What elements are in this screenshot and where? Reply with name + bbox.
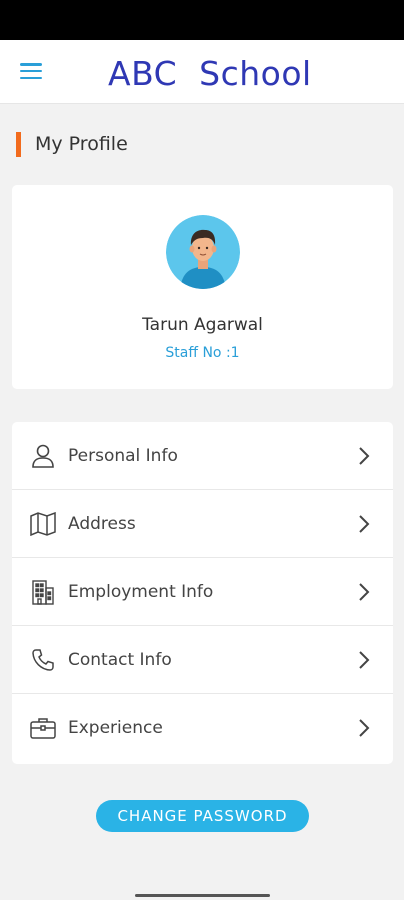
menu-item-label: Personal Info	[68, 445, 178, 466]
profile-menu: Personal Info Address Employment Info Co…	[12, 422, 393, 764]
chevron-right-icon	[357, 582, 371, 602]
chevron-right-icon	[357, 446, 371, 466]
staff-number: Staff No :1	[165, 345, 240, 361]
map-icon	[30, 511, 56, 537]
menu-item-label: Address	[68, 513, 136, 534]
chevron-right-icon	[357, 650, 371, 670]
menu-item-address[interactable]: Address	[12, 490, 393, 558]
section-title: My Profile	[35, 133, 128, 155]
app-header: ABC School	[0, 40, 404, 104]
profile-card: Tarun Agarwal Staff No :1	[12, 185, 393, 389]
menu-item-experience[interactable]: Experience	[12, 694, 393, 762]
menu-item-employment-info[interactable]: Employment Info	[12, 558, 393, 626]
menu-item-label: Employment Info	[68, 581, 214, 602]
building-icon	[30, 579, 56, 605]
section-heading: My Profile	[16, 131, 128, 157]
person-icon	[30, 443, 56, 469]
app-title: ABC School	[108, 54, 312, 93]
section-accent-bar	[16, 131, 21, 157]
hamburger-menu-icon[interactable]	[20, 63, 42, 79]
change-password-button[interactable]: CHANGE PASSWORD	[96, 800, 309, 832]
menu-item-personal-info[interactable]: Personal Info	[12, 422, 393, 490]
chevron-right-icon	[357, 514, 371, 534]
briefcase-icon	[30, 715, 56, 741]
menu-item-label: Contact Info	[68, 649, 172, 670]
status-bar	[0, 0, 404, 40]
avatar	[166, 215, 240, 289]
menu-item-contact-info[interactable]: Contact Info	[12, 626, 393, 694]
profile-name: Tarun Agarwal	[142, 315, 263, 335]
home-indicator[interactable]	[135, 894, 270, 897]
phone-icon	[30, 647, 56, 673]
chevron-right-icon	[357, 718, 371, 738]
menu-item-label: Experience	[68, 718, 163, 738]
